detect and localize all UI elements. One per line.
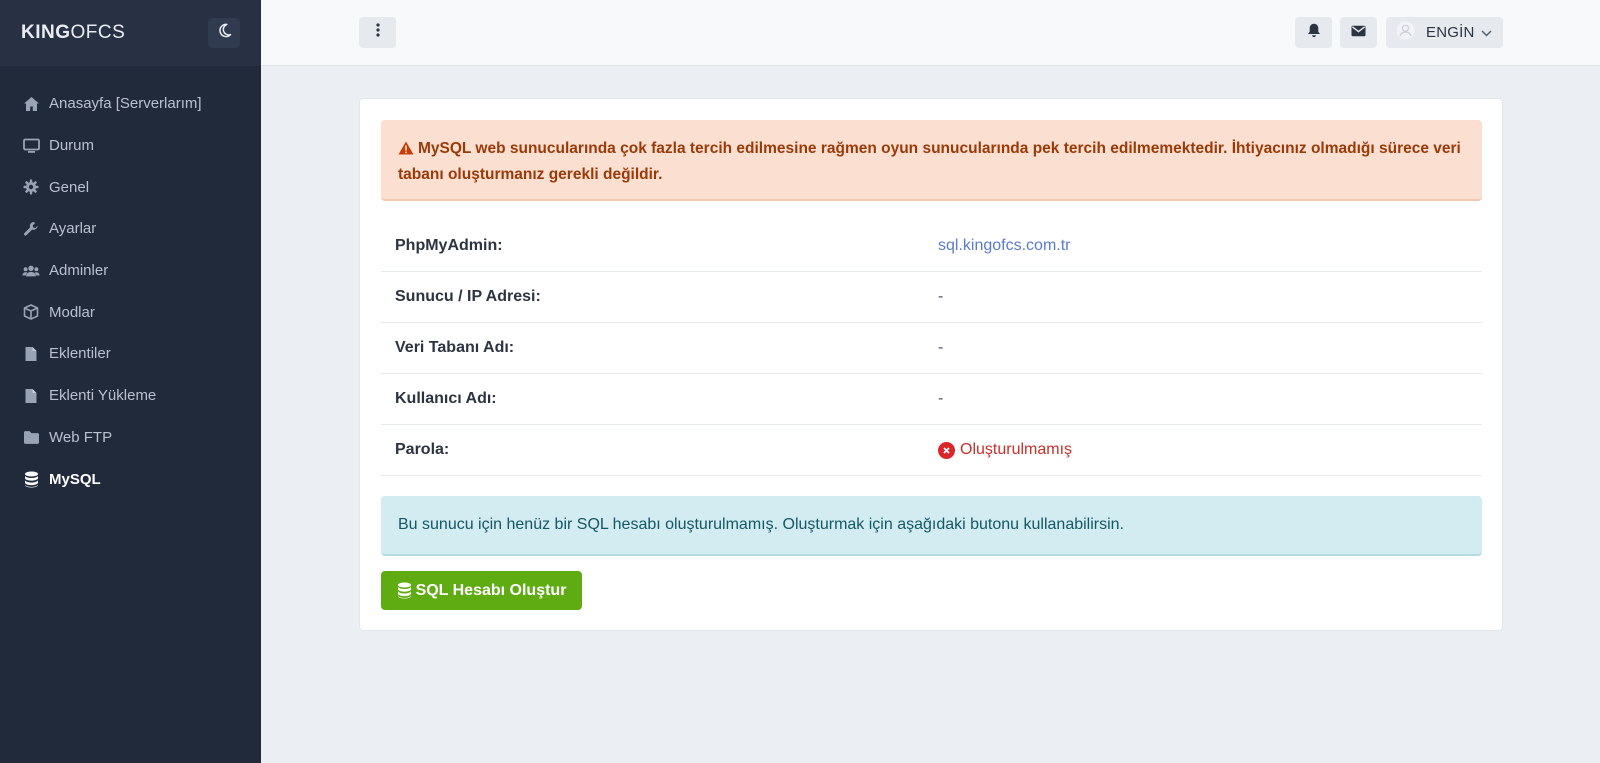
messages-button[interactable] (1340, 17, 1377, 48)
sidebar-item-adminler[interactable]: Adminler (0, 250, 261, 292)
row-label: PhpMyAdmin: (395, 237, 503, 254)
sidebar-item-label: Adminler (49, 262, 109, 280)
kebab-menu-icon (375, 23, 380, 42)
user-name: ENGİN (1426, 24, 1475, 41)
info-alert-text: Bu sunucu için henüz bir SQL hesabı oluş… (398, 516, 1124, 533)
row-label: Veri Tabanı Adı: (395, 339, 515, 356)
error-circle-icon (938, 441, 955, 459)
create-sql-account-button[interactable]: SQL Hesabı Oluştur (381, 571, 582, 610)
cube-icon (22, 303, 40, 321)
topbar: ENGİN (261, 0, 1600, 66)
password-status: Oluşturulmamış (938, 441, 1072, 459)
home-icon (22, 95, 40, 113)
file-icon (22, 387, 40, 405)
moon-icon (217, 23, 232, 43)
table-row: Parola: Oluşturulmamış (381, 425, 1482, 476)
sidebar-nav: Anasayfa [Serverlarım] Durum Genel Ayarl… (0, 66, 261, 500)
gear-icon (22, 178, 40, 196)
info-alert: Bu sunucu için henüz bir SQL hesabı oluş… (381, 496, 1482, 556)
sidebar-item-label: Web FTP (49, 428, 113, 446)
table-row: Veri Tabanı Adı: - (381, 323, 1482, 374)
notifications-button[interactable] (1295, 17, 1332, 48)
sidebar-item-label: MySQL (49, 470, 101, 488)
sidebar-item-durum[interactable]: Durum (0, 125, 261, 167)
row-label: Kullanıcı Adı: (395, 390, 497, 407)
menu-toggle-button[interactable] (359, 17, 396, 48)
row-value: - (938, 390, 944, 407)
sidebar-item-label: Genel (49, 178, 90, 196)
brand-logo-bold: KING (21, 22, 71, 43)
sidebar-header: KINGOFCS (0, 0, 261, 66)
row-label: Sunucu / IP Adresi: (395, 288, 541, 305)
warning-text: MySQL web sunucularında çok fazla tercih… (398, 140, 1461, 183)
sidebar-item-eklentiler[interactable]: Eklentiler (0, 333, 261, 375)
user-menu-button[interactable]: ENGİN (1386, 17, 1503, 48)
database-icon (22, 470, 40, 488)
wrench-icon (22, 220, 40, 238)
sidebar-item-label: Anasayfa [Serverlarım] (49, 95, 202, 113)
sidebar-item-genel[interactable]: Genel (0, 166, 261, 208)
brand-logo-light: OFCS (70, 22, 126, 43)
monitor-icon (22, 137, 40, 155)
folder-icon (22, 428, 40, 446)
table-row: PhpMyAdmin: sql.kingofcs.com.tr (381, 221, 1482, 272)
database-icon (397, 582, 412, 599)
sidebar: KINGOFCS Anasayfa [Serverlarım] Durum Ge… (0, 0, 261, 763)
chevron-down-icon (1480, 24, 1492, 42)
create-button-label: SQL Hesabı Oluştur (415, 581, 567, 599)
sidebar-item-label: Durum (49, 137, 95, 155)
row-value: - (938, 339, 944, 356)
brand-logo[interactable]: KINGOFCS (21, 22, 125, 44)
sidebar-item-ayarlar[interactable]: Ayarlar (0, 208, 261, 250)
warning-triangle-icon (398, 139, 414, 163)
sidebar-item-label: Modlar (49, 303, 95, 321)
bell-icon (1307, 23, 1321, 43)
sidebar-item-web-ftp[interactable]: Web FTP (0, 417, 261, 459)
row-label: Parola: (395, 441, 450, 458)
sidebar-item-label: Ayarlar (49, 220, 97, 238)
sidebar-item-mysql[interactable]: MySQL (0, 458, 261, 500)
phpmyadmin-link[interactable]: sql.kingofcs.com.tr (938, 237, 1070, 255)
file-icon (22, 345, 40, 363)
sidebar-item-anasayfa[interactable]: Anasayfa [Serverlarım] (0, 83, 261, 125)
sql-info-table: PhpMyAdmin: sql.kingofcs.com.tr Sunucu /… (381, 221, 1482, 476)
users-icon (22, 262, 40, 280)
sidebar-item-label: Eklentiler (49, 345, 111, 363)
sidebar-item-label: Eklenti Yükleme (49, 387, 157, 405)
row-value: - (938, 288, 944, 305)
table-row: Kullanıcı Adı: - (381, 374, 1482, 425)
password-status-text: Oluşturulmamış (960, 441, 1073, 458)
avatar (1396, 21, 1415, 45)
theme-toggle-button[interactable] (208, 18, 240, 48)
sidebar-item-eklenti-yukleme[interactable]: Eklenti Yükleme (0, 375, 261, 417)
warning-alert: MySQL web sunucularında çok fazla tercih… (381, 120, 1482, 201)
sidebar-item-modlar[interactable]: Modlar (0, 291, 261, 333)
table-row: Sunucu / IP Adresi: - (381, 272, 1482, 323)
mysql-card: MySQL web sunucularında çok fazla tercih… (359, 98, 1503, 631)
envelope-icon (1351, 24, 1366, 42)
